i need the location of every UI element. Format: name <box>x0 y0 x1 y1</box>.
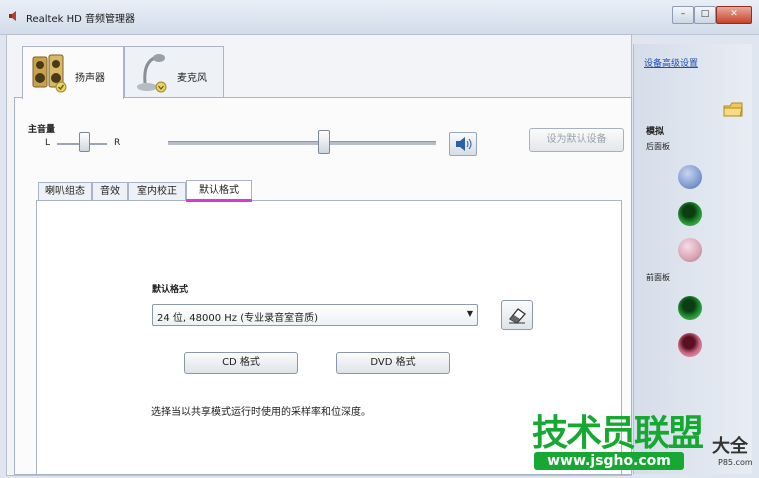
watermark: 技术员联盟 大全 www.jsgho.com P85.com <box>528 404 756 474</box>
app-speaker-icon <box>9 11 16 21</box>
front-panel-label: 前面板 <box>646 273 670 282</box>
window-controls: – □ ✕ <box>672 6 752 24</box>
rear-panel-label: 后面板 <box>646 142 670 151</box>
rear-jack-blue[interactable] <box>678 165 702 189</box>
maximize-button[interactable]: □ <box>694 6 716 24</box>
analog-label: 模拟 <box>646 127 665 137</box>
balance-slider-thumb[interactable] <box>79 132 90 152</box>
rear-jack-green[interactable] <box>678 202 702 226</box>
tab-sound-effects[interactable]: 音效 <box>92 182 128 201</box>
volume-icon <box>456 137 472 151</box>
window-title: Realtek HD 音频管理器 <box>26 14 135 25</box>
master-volume-label: 主音量 <box>28 125 56 135</box>
minimize-button[interactable]: – <box>672 6 694 24</box>
active-tab-highlight <box>186 199 252 202</box>
balance-right-label: R <box>114 138 121 148</box>
front-jack-pink[interactable] <box>678 333 702 357</box>
microphone-icon <box>137 54 167 93</box>
volume-slider-thumb[interactable] <box>318 130 330 154</box>
volume-slider-track[interactable] <box>168 141 436 145</box>
speaker-icon <box>32 54 67 93</box>
tab-default-format[interactable]: 默认格式 <box>186 180 252 201</box>
default-format-label: 默认格式 <box>152 285 189 295</box>
tab-speaker-config[interactable]: 喇叭组态 <box>38 182 92 201</box>
set-default-device-button[interactable]: 设为默认设备 <box>529 128 624 152</box>
tab-microphone-label: 麦克风 <box>177 73 207 84</box>
eraser-icon <box>509 308 526 324</box>
mute-button[interactable] <box>449 132 477 156</box>
watermark-small: P85.com <box>718 458 753 467</box>
balance-left-label: L <box>45 138 51 148</box>
tab-microphone[interactable]: 麦克风 <box>124 46 224 97</box>
chevron-down-icon: ▼ <box>466 309 473 318</box>
reset-format-button[interactable] <box>501 300 533 330</box>
advanced-settings-link[interactable]: 设备高级设置 <box>644 56 698 69</box>
cd-format-button[interactable]: CD 格式 <box>184 352 298 374</box>
format-dropdown[interactable]: 24 位, 48000 Hz (专业录音室音质) ▼ <box>152 304 478 326</box>
folder-icon[interactable] <box>722 100 744 118</box>
watermark-title: 技术员联盟 <box>532 413 704 454</box>
tab-speakers[interactable]: 扬声器 <box>22 46 124 99</box>
format-description: 选择当以共享模式运行时使用的采样率和位深度。 <box>151 407 371 418</box>
close-button[interactable]: ✕ <box>716 6 752 24</box>
watermark-side: 大全 <box>712 436 748 457</box>
format-dropdown-value: 24 位, 48000 Hz (专业录音室音质) <box>157 313 319 324</box>
tab-room-correction[interactable]: 室内校正 <box>128 182 186 201</box>
front-jack-green[interactable] <box>678 296 702 320</box>
watermark-url: www.jsgho.com <box>534 452 684 470</box>
dvd-format-button[interactable]: DVD 格式 <box>336 352 450 374</box>
tab-speakers-label: 扬声器 <box>75 73 105 84</box>
rear-jack-pink[interactable] <box>678 238 702 262</box>
